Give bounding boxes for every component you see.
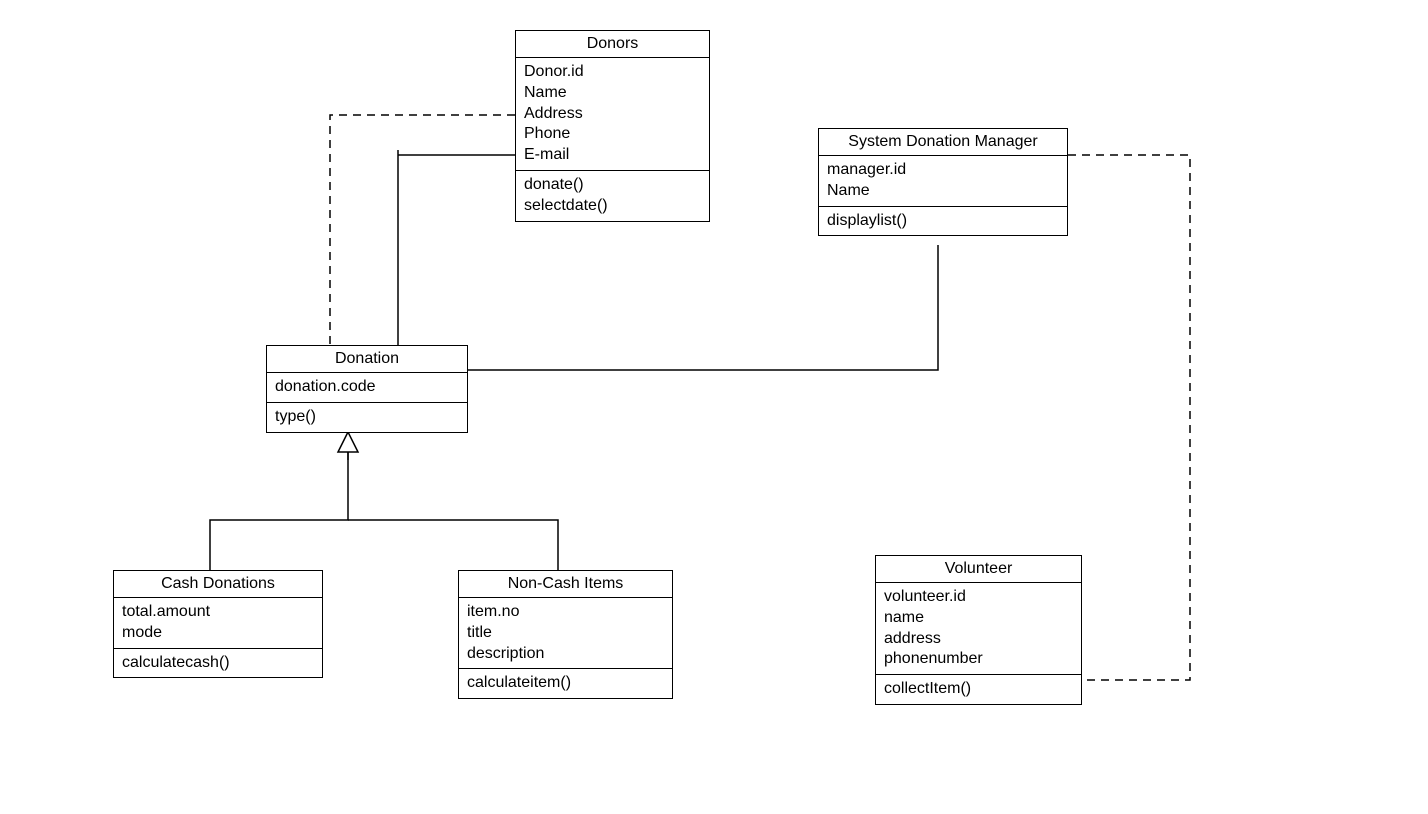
class-methods: calculateitem() bbox=[459, 669, 672, 698]
class-attributes: Donor.id Name Address Phone E-mail bbox=[516, 58, 709, 171]
attribute: item.no bbox=[467, 602, 664, 623]
class-methods: donate() selectdate() bbox=[516, 171, 709, 221]
attribute: manager.id bbox=[827, 160, 1059, 181]
class-attributes: donation.code bbox=[267, 373, 467, 403]
method: displaylist() bbox=[827, 211, 1059, 232]
attribute: volunteer.id bbox=[884, 587, 1073, 608]
method: collectItem() bbox=[884, 679, 1073, 700]
method: selectdate() bbox=[524, 196, 701, 217]
method: type() bbox=[275, 407, 459, 428]
method: donate() bbox=[524, 175, 701, 196]
attribute: Address bbox=[524, 104, 701, 125]
uml-connectors bbox=[0, 0, 1428, 814]
class-title: System Donation Manager bbox=[819, 129, 1067, 156]
class-methods: displaylist() bbox=[819, 207, 1067, 236]
class-title: Donors bbox=[516, 31, 709, 58]
class-attributes: total.amount mode bbox=[114, 598, 322, 649]
attribute: Phone bbox=[524, 124, 701, 145]
class-title: Non-Cash Items bbox=[459, 571, 672, 598]
class-cash-donations: Cash Donations total.amount mode calcula… bbox=[113, 570, 323, 678]
attribute: description bbox=[467, 644, 664, 665]
attribute: title bbox=[467, 623, 664, 644]
attribute: address bbox=[884, 629, 1073, 650]
class-donation: Donation donation.code type() bbox=[266, 345, 468, 433]
class-attributes: item.no title description bbox=[459, 598, 672, 669]
class-title: Donation bbox=[267, 346, 467, 373]
attribute: total.amount bbox=[122, 602, 314, 623]
method: calculatecash() bbox=[122, 653, 314, 674]
method: calculateitem() bbox=[467, 673, 664, 694]
attribute: Name bbox=[827, 181, 1059, 202]
class-donors: Donors Donor.id Name Address Phone E-mai… bbox=[515, 30, 710, 222]
attribute: Name bbox=[524, 83, 701, 104]
class-non-cash-items: Non-Cash Items item.no title description… bbox=[458, 570, 673, 699]
attribute: mode bbox=[122, 623, 314, 644]
attribute: name bbox=[884, 608, 1073, 629]
class-attributes: manager.id Name bbox=[819, 156, 1067, 207]
attribute: donation.code bbox=[275, 377, 459, 398]
class-methods: type() bbox=[267, 403, 467, 432]
class-methods: collectItem() bbox=[876, 675, 1081, 704]
class-volunteer: Volunteer volunteer.id name address phon… bbox=[875, 555, 1082, 705]
class-methods: calculatecash() bbox=[114, 649, 322, 678]
attribute: E-mail bbox=[524, 145, 701, 166]
class-attributes: volunteer.id name address phonenumber bbox=[876, 583, 1081, 675]
class-title: Volunteer bbox=[876, 556, 1081, 583]
class-system-donation-manager: System Donation Manager manager.id Name … bbox=[818, 128, 1068, 236]
attribute: Donor.id bbox=[524, 62, 701, 83]
attribute: phonenumber bbox=[884, 649, 1073, 670]
class-title: Cash Donations bbox=[114, 571, 322, 598]
